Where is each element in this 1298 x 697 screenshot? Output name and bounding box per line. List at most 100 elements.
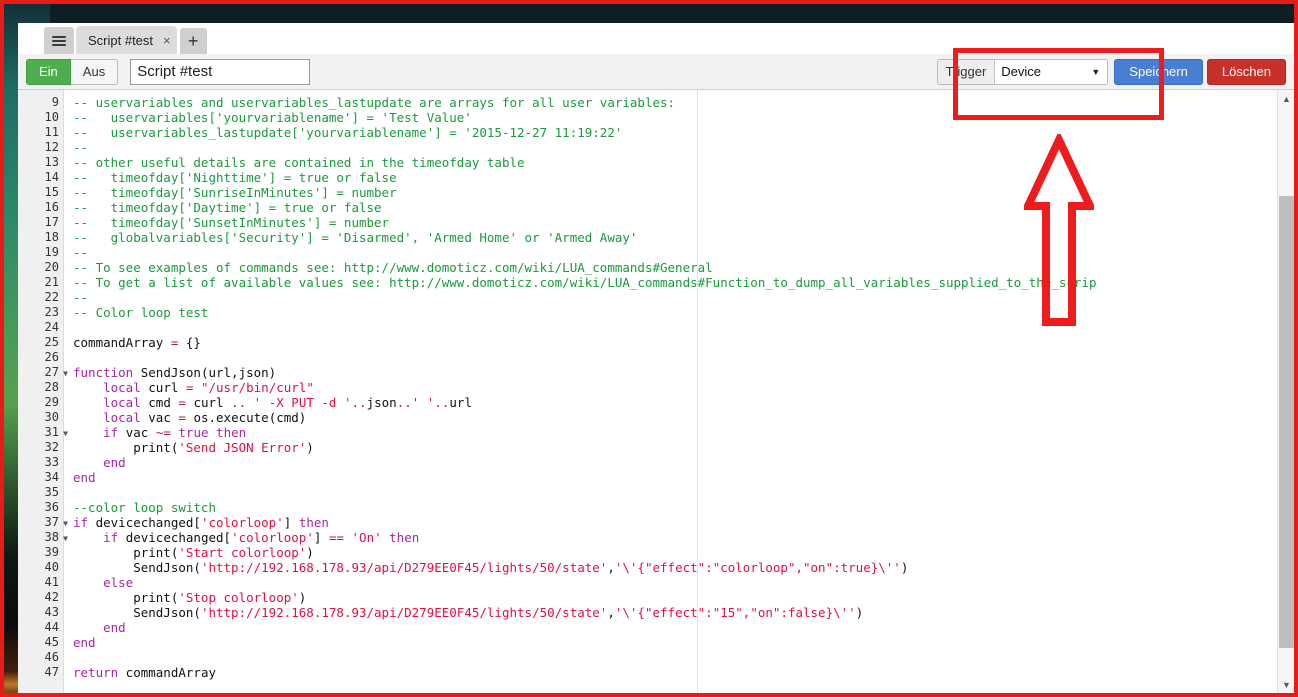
code-token: ' ': [411, 395, 435, 410]
line-number: 43: [44, 605, 59, 619]
code-token: devicechanged[: [118, 530, 232, 545]
code-token: --: [73, 290, 89, 305]
code-line: end: [73, 635, 1277, 650]
save-button[interactable]: Speichern: [1114, 58, 1203, 85]
code-line: end: [73, 455, 1277, 470]
enable-off-button[interactable]: Aus: [70, 58, 119, 85]
line-number: 23: [44, 305, 59, 319]
trigger-control: Trigger Device ▼: [936, 58, 1109, 85]
line-number: 34: [44, 470, 59, 484]
close-icon[interactable]: ×: [163, 34, 171, 47]
code-token: SendJson(url,json): [133, 365, 277, 380]
browser-window: Script #test × + Ein Aus Trigger Device …: [18, 23, 1294, 693]
code-token: devicechanged[: [88, 515, 201, 530]
line-number: 14: [44, 170, 59, 184]
code-token: {}: [178, 335, 201, 350]
code-token: curl: [140, 380, 186, 395]
code-token: ): [306, 545, 314, 560]
vertical-scrollbar[interactable]: ▲ ▼: [1277, 90, 1294, 693]
line-number: 26: [44, 350, 59, 364]
code-line: else: [73, 575, 1277, 590]
code-token: 'Stop colorloop': [178, 590, 299, 605]
code-line: local vac = os.execute(cmd): [73, 410, 1277, 425]
code-line: if vac ~= true then: [73, 425, 1277, 440]
code-line: -- uservariables_lastupdate['yourvariabl…: [73, 125, 1277, 140]
code-token: 'http://192.168.178.93/api/D279EE0F45/li…: [200, 605, 608, 620]
browser-tab[interactable]: Script #test ×: [76, 26, 177, 54]
desktop-background: Script #test × + Ein Aus Trigger Device …: [0, 0, 1298, 697]
code-token: 'http://192.168.178.93/api/D279EE0F45/li…: [200, 560, 608, 575]
print-margin-line: [697, 90, 698, 693]
code-line: end: [73, 620, 1277, 635]
enable-on-button[interactable]: Ein: [26, 58, 71, 85]
code-token: then: [389, 530, 420, 545]
line-number: 35: [44, 485, 59, 499]
line-number: 31 ▼: [44, 425, 68, 439]
hamburger-menu-icon[interactable]: [44, 27, 74, 54]
code-token: url: [449, 395, 472, 410]
code-token: commandArray: [118, 665, 216, 680]
scrollbar-thumb[interactable]: [1279, 196, 1294, 648]
trigger-label: Trigger: [937, 59, 996, 84]
code-token: -- other useful details are contained in…: [73, 155, 525, 170]
code-token: ): [306, 440, 314, 455]
code-token: -- timeofday['Daytime'] = true or false: [73, 200, 382, 215]
code-token: ' -X PUT -d ': [253, 395, 352, 410]
line-number: 17: [44, 215, 59, 229]
script-name-input[interactable]: [130, 58, 311, 85]
line-number: 13: [44, 155, 59, 169]
line-number: 42: [44, 590, 59, 604]
delete-button[interactable]: Löschen: [1206, 58, 1286, 85]
browser-tab-strip: Script #test × +: [18, 23, 1294, 54]
line-number: 39: [44, 545, 59, 559]
code-line: print('Stop colorloop'): [73, 590, 1277, 605]
line-number: 19: [44, 245, 59, 259]
code-token: ..: [231, 395, 247, 410]
code-token: commandArray: [73, 335, 171, 350]
line-number: 12: [44, 140, 59, 154]
scroll-up-icon[interactable]: ▲: [1278, 90, 1294, 107]
line-number: 47: [44, 665, 59, 679]
code-token: ): [298, 590, 307, 605]
chevron-down-icon: ▼: [1091, 66, 1101, 77]
code-line: SendJson('http://192.168.178.93/api/D279…: [73, 605, 1277, 620]
code-line: print('Send JSON Error'): [73, 440, 1277, 455]
code-token: =: [178, 395, 186, 410]
code-token: -- To get a list of available values see…: [73, 275, 1097, 290]
line-number: 46: [44, 650, 59, 664]
code-content[interactable]: -- uservariables and uservariables_lastu…: [64, 90, 1277, 693]
code-token: end: [103, 620, 126, 635]
code-line: end: [73, 470, 1277, 485]
line-number: 15: [44, 185, 59, 199]
code-token: ..: [396, 395, 412, 410]
code-line: commandArray = {}: [73, 335, 1277, 350]
code-line: --: [73, 140, 1277, 155]
line-number: 9: [51, 95, 59, 109]
trigger-select[interactable]: Device ▼: [995, 59, 1108, 84]
line-number: 36: [44, 500, 59, 514]
code-token: --color loop switch: [73, 500, 216, 515]
line-number: 20: [44, 260, 59, 274]
new-tab-button[interactable]: +: [179, 28, 207, 54]
code-line: -- Color loop test: [73, 305, 1277, 320]
code-token: ,: [607, 560, 615, 575]
script-toolbar: Ein Aus Trigger Device ▼ Speichern Lösch…: [18, 54, 1294, 90]
code-editor[interactable]: 9 10 11 12 13 14 15 16 17 18 19 20 21 22 23 24 25 26 27 ▼ 28…: [18, 90, 1294, 693]
code-line: local cmd = curl .. ' -X PUT -d '..json.…: [73, 395, 1277, 410]
line-number-gutter: 9 10 11 12 13 14 15 16 17 18 19 20 21 22 23 24 25 26 27 ▼ 28…: [18, 90, 68, 693]
code-token: if: [103, 530, 119, 545]
code-token: SendJson(: [73, 560, 201, 575]
code-token: "/usr/bin/curl": [200, 380, 314, 395]
code-line: -- timeofday['SunsetInMinutes'] = number: [73, 215, 1277, 230]
code-token: print(: [73, 590, 179, 605]
code-token: print(: [73, 440, 179, 455]
scroll-down-icon[interactable]: ▼: [1278, 676, 1294, 693]
code-token: -- timeofday['SunriseInMinutes'] = numbe…: [73, 185, 397, 200]
